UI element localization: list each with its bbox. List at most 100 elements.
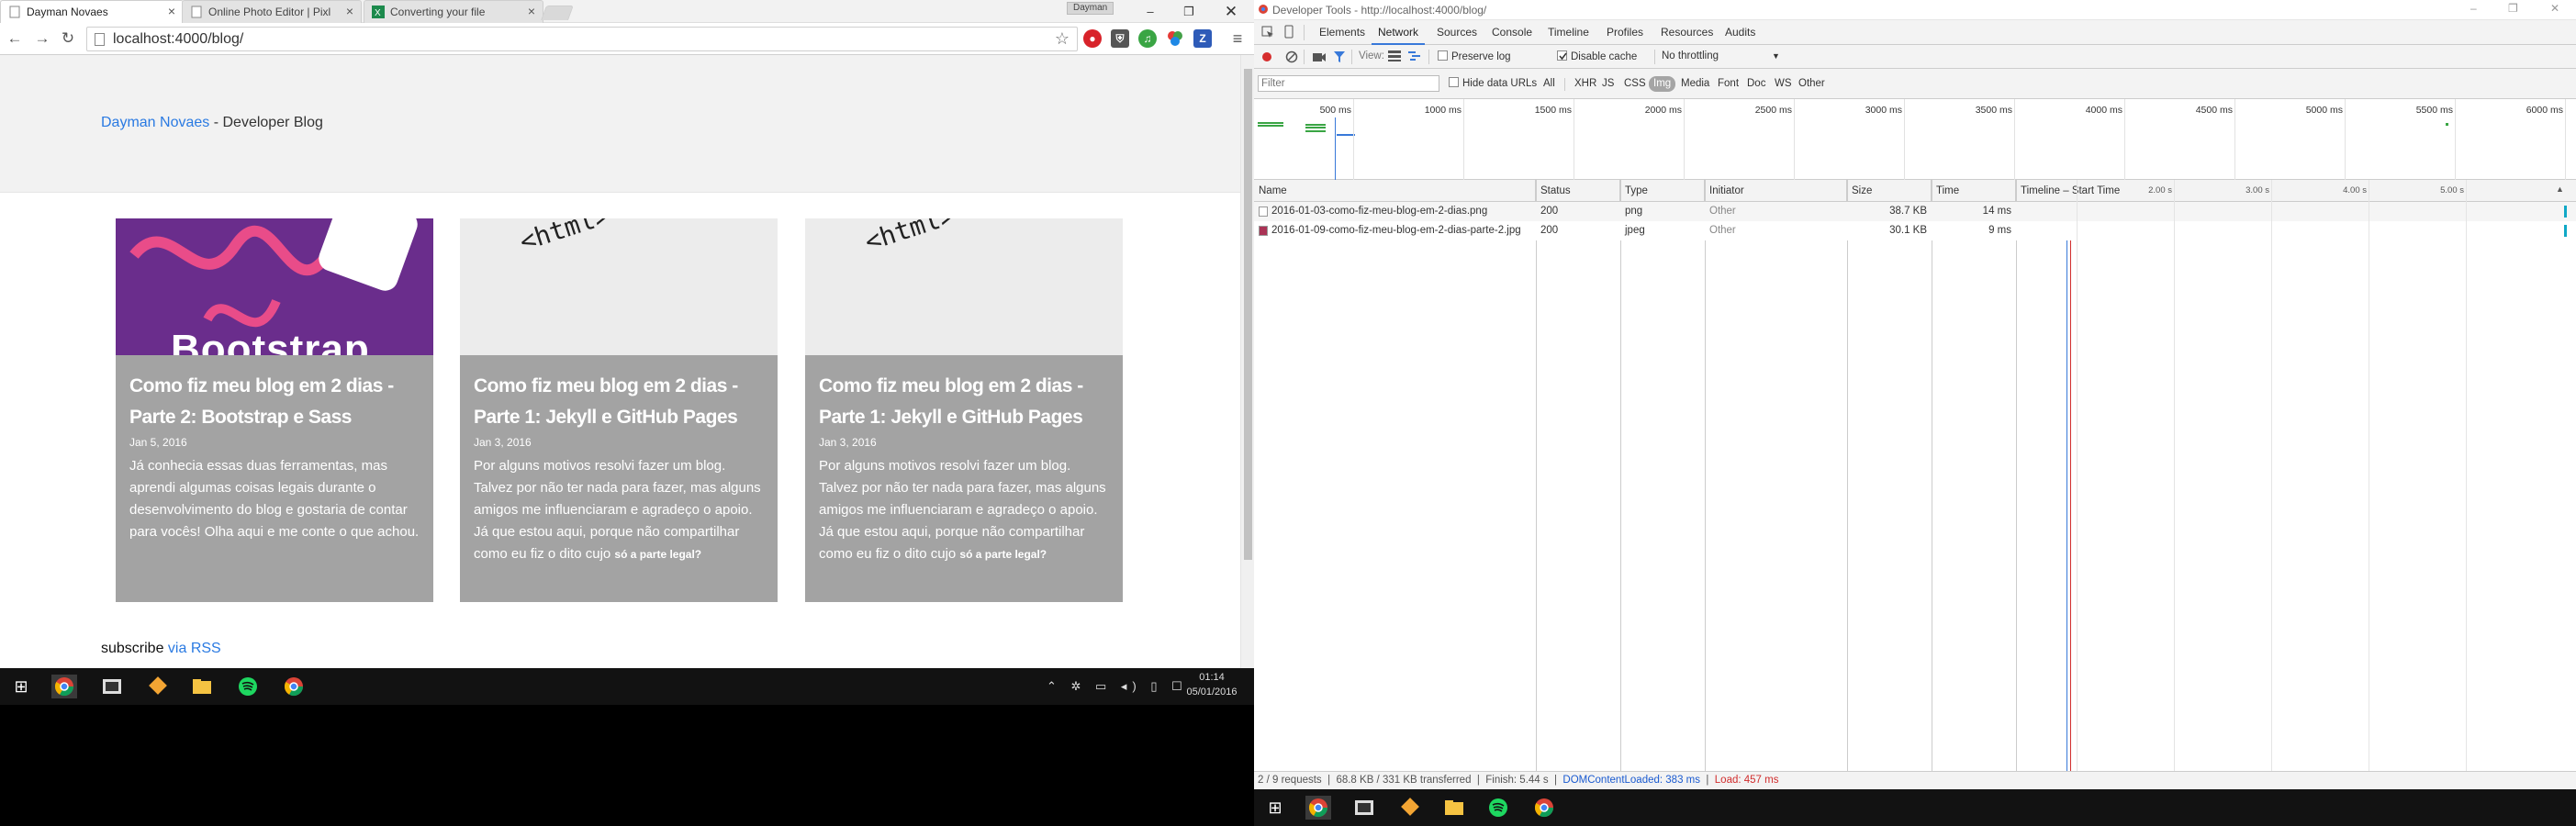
tab-resources[interactable]: Resources bbox=[1654, 20, 1719, 45]
menu-icon[interactable]: ≡ bbox=[1226, 28, 1249, 50]
git-icon[interactable] bbox=[1397, 796, 1423, 820]
new-tab-button[interactable] bbox=[541, 6, 574, 20]
minimize-icon[interactable]: – bbox=[2470, 2, 2477, 15]
post-card[interactable]: <html> <head> <title> Como fiz meu blog … bbox=[460, 218, 778, 602]
close-icon[interactable]: × bbox=[168, 4, 175, 18]
device-mode-icon[interactable] bbox=[1283, 25, 1294, 39]
camera-icon[interactable] bbox=[1313, 51, 1326, 62]
folder-icon[interactable] bbox=[189, 675, 215, 698]
col-status[interactable]: Status bbox=[1536, 180, 1620, 202]
close-icon[interactable]: × bbox=[528, 4, 535, 18]
record-icon[interactable] bbox=[1261, 51, 1272, 62]
filter-img[interactable]: Img bbox=[1649, 76, 1676, 92]
disable-cache-checkbox[interactable]: Disable cache bbox=[1557, 50, 1637, 62]
media-icon[interactable] bbox=[99, 675, 125, 698]
network-overview[interactable]: 500 ms 1000 ms 1500 ms 2000 ms 2500 ms 3000 m… bbox=[1254, 99, 2576, 180]
tab-converting-file[interactable]: X Converting your file × bbox=[364, 0, 543, 23]
system-tray-icons[interactable]: ⌃ ✲ ▭ ◂) ▯ ☐ bbox=[1047, 679, 1188, 694]
inspect-icon[interactable] bbox=[1261, 26, 1274, 39]
close-window-icon[interactable]: ✕ bbox=[1210, 0, 1252, 23]
tab-photo-editor[interactable]: Online Photo Editor | Pixl × bbox=[182, 0, 362, 23]
filter-other[interactable]: Other bbox=[1794, 76, 1830, 92]
media-icon[interactable] bbox=[1351, 796, 1377, 820]
profile-badge[interactable]: Dayman bbox=[1067, 2, 1114, 15]
post-title[interactable]: Como fiz meu blog em 2 dias - Parte 1: J… bbox=[474, 371, 767, 433]
restore-icon[interactable]: ❐ bbox=[1168, 0, 1210, 23]
clock-date[interactable]: 05/01/2016 bbox=[1177, 686, 1247, 698]
overview-icon[interactable] bbox=[1408, 50, 1421, 61]
page-icon bbox=[95, 33, 105, 46]
tab-dayman-novaes[interactable]: Dayman Novaes × bbox=[0, 0, 184, 23]
requests-header: Name Status Type Initiator Size Time Tim… bbox=[1254, 180, 2576, 202]
filter-js[interactable]: JS bbox=[1597, 76, 1618, 92]
post-card[interactable]: <html> <head> <title> Como fiz meu blog … bbox=[805, 218, 1123, 602]
post-thumbnail[interactable]: <html> <head> <title> bbox=[805, 218, 1123, 355]
site-name-link[interactable]: Dayman Novaes bbox=[101, 115, 209, 130]
shield-icon[interactable]: ⛨ bbox=[1111, 29, 1129, 48]
clear-icon[interactable] bbox=[1285, 50, 1298, 63]
post-title[interactable]: Como fiz meu blog em 2 dias - Parte 1: J… bbox=[819, 371, 1113, 433]
tab-network[interactable]: Network bbox=[1372, 20, 1426, 45]
tab-sources[interactable]: Sources bbox=[1430, 20, 1484, 45]
filter-all[interactable]: All bbox=[1539, 76, 1560, 92]
git-icon[interactable] bbox=[145, 675, 171, 698]
col-initiator[interactable]: Initiator bbox=[1705, 180, 1847, 202]
folder-icon[interactable] bbox=[1441, 796, 1467, 820]
post-thumbnail[interactable]: Bootstrap bbox=[116, 218, 433, 355]
tab-timeline[interactable]: Timeline bbox=[1541, 20, 1596, 45]
minimize-icon[interactable]: – bbox=[1129, 0, 1171, 23]
tab-profiles[interactable]: Profiles bbox=[1600, 20, 1650, 45]
star-icon[interactable]: ☆ bbox=[1055, 28, 1070, 50]
post-thumbnail[interactable]: <html> <head> <title> bbox=[460, 218, 778, 355]
reload-icon[interactable]: ↻ bbox=[57, 28, 79, 50]
filter-icon[interactable] bbox=[1333, 50, 1346, 63]
spotify-icon[interactable] bbox=[1485, 796, 1511, 820]
chrome-icon-2[interactable] bbox=[1531, 796, 1557, 820]
col-name[interactable]: Name bbox=[1254, 180, 1536, 202]
chrome-icon[interactable] bbox=[51, 675, 77, 698]
colorpicker-icon[interactable] bbox=[1166, 29, 1184, 48]
col-timeline[interactable]: Timeline – Start Time bbox=[2016, 180, 2576, 202]
col-time[interactable]: Time bbox=[1932, 180, 2016, 202]
chrome-icon-2[interactable] bbox=[281, 675, 307, 698]
filter-font[interactable]: Font bbox=[1713, 76, 1743, 92]
tab-audits[interactable]: Audits bbox=[1719, 20, 1762, 45]
rss-link[interactable]: via RSS bbox=[168, 641, 221, 656]
spotify-icon[interactable] bbox=[235, 675, 261, 698]
large-rows-icon[interactable] bbox=[1388, 50, 1401, 61]
tab-elements[interactable]: Elements bbox=[1313, 20, 1372, 45]
filter-media[interactable]: Media bbox=[1676, 76, 1714, 92]
scrollbar-thumb[interactable] bbox=[1244, 69, 1252, 560]
filter-css[interactable]: CSS bbox=[1619, 76, 1651, 92]
post-title[interactable]: Como fiz meu blog em 2 dias - Parte 2: B… bbox=[129, 371, 423, 433]
preserve-log-checkbox[interactable]: Preserve log bbox=[1438, 50, 1511, 62]
tab-console[interactable]: Console bbox=[1485, 20, 1539, 45]
page-scrollbar[interactable] bbox=[1240, 55, 1254, 668]
back-icon[interactable]: ← bbox=[4, 28, 26, 50]
adblock-icon[interactable]: ● bbox=[1083, 29, 1102, 48]
zotero-icon[interactable]: Z bbox=[1193, 29, 1212, 48]
request-name[interactable]: 2016-01-09-como-fiz-meu-blog-em-2-dias-p… bbox=[1267, 221, 1536, 240]
table-row[interactable]: 2016-01-09-como-fiz-meu-blog-em-2-dias-p… bbox=[1254, 221, 2576, 240]
chrome-icon[interactable] bbox=[1305, 796, 1331, 820]
post-card[interactable]: Bootstrap Como fiz meu blog em 2 dias - … bbox=[116, 218, 433, 602]
col-type[interactable]: Type bbox=[1620, 180, 1705, 202]
filter-ws[interactable]: WS bbox=[1770, 76, 1797, 92]
table-row[interactable]: 2016-01-03-como-fiz-meu-blog-em-2-dias.p… bbox=[1254, 202, 2576, 221]
windows-start-icon[interactable]: ⊞ bbox=[7, 675, 35, 698]
forward-icon[interactable]: → bbox=[31, 28, 53, 50]
restore-icon[interactable]: ❐ bbox=[2508, 2, 2518, 15]
close-window-icon[interactable]: ✕ bbox=[2550, 2, 2559, 15]
hangouts-icon[interactable]: ♫ bbox=[1138, 29, 1157, 48]
filter-doc[interactable]: Doc bbox=[1742, 76, 1770, 92]
throttling-select[interactable]: No throttling ▼ bbox=[1662, 50, 1780, 61]
clock-time[interactable]: 01:14 bbox=[1184, 672, 1239, 683]
windows-start-icon[interactable]: ⊞ bbox=[1261, 796, 1289, 820]
col-size[interactable]: Size bbox=[1847, 180, 1932, 202]
hide-data-urls-checkbox[interactable]: Hide data URLs bbox=[1449, 77, 1537, 89]
close-icon[interactable]: × bbox=[346, 4, 353, 18]
address-bar[interactable]: localhost:4000/blog/ ☆ bbox=[86, 27, 1078, 51]
filter-input[interactable] bbox=[1258, 75, 1439, 92]
request-name[interactable]: 2016-01-03-como-fiz-meu-blog-em-2-dias.p… bbox=[1267, 202, 1536, 221]
sort-up-icon[interactable]: ▲ bbox=[2556, 184, 2564, 194]
